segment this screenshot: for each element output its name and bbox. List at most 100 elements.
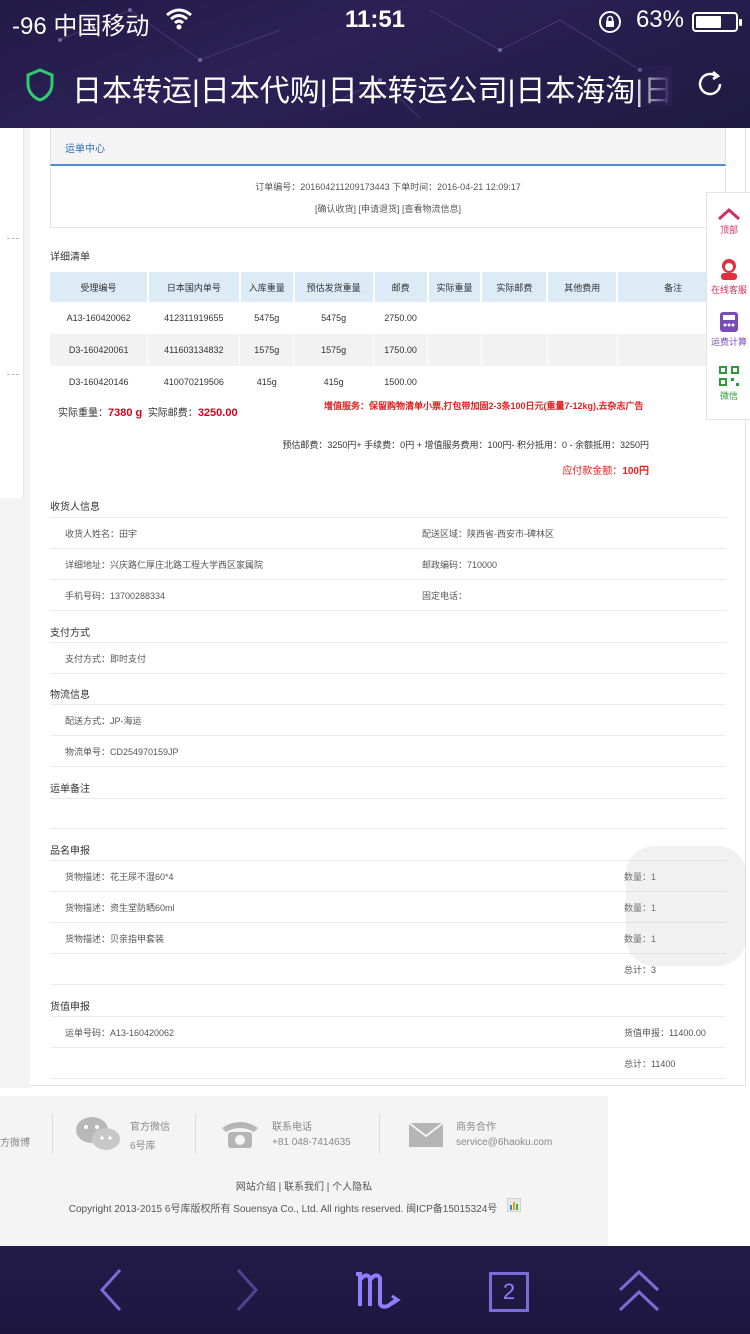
cell: [481, 302, 548, 334]
payable-label: 应付款金额：: [562, 466, 623, 477]
wechat-icon: [76, 1117, 120, 1150]
customer-service-icon: [721, 259, 737, 280]
value-declared: 货值申报：11400.00: [624, 1028, 706, 1038]
chevron-up-icon[interactable]: [616, 1268, 662, 1314]
cell: 5475g: [293, 302, 375, 334]
footer-links[interactable]: 网站介绍 | 联系我们 | 个人隐私: [0, 1178, 608, 1193]
shipping-calc-label: 运费计算: [710, 337, 747, 347]
actual-summary: 实际重量：7380 g 实际邮费：3250.00: [58, 404, 238, 419]
wechat-contact[interactable]: 官方微信 6号库: [130, 1118, 170, 1156]
stats-icon: [507, 1198, 521, 1212]
divider: [50, 891, 726, 892]
goods-desc: 货物描述：资生堂防晒60ml: [65, 903, 175, 913]
col-header: 预估发货重量: [293, 272, 375, 302]
cell: D3-160420061: [50, 334, 149, 366]
col-header: 入库重量: [239, 272, 295, 302]
left-panel-dash: [7, 238, 19, 239]
table-row: A13-160420062 412311919655 5475g 5475g 2…: [50, 302, 730, 334]
cell: 1500.00: [373, 366, 429, 398]
detail-list-title: 详细清单: [50, 252, 90, 263]
order-info-box: 订单编号：201604211209173443 下单时间：2016-04-21 …: [50, 168, 726, 228]
cell: A13-160420062: [50, 302, 149, 334]
payment-title: 支付方式: [50, 628, 90, 639]
receiver-phone: 固定电话：: [422, 591, 468, 601]
fee-summary: 预估邮费：3250円+ 手续费：0円 + 增值服务费用：100円- 积分抵用：0…: [282, 440, 649, 450]
col-header: 受理编号: [50, 272, 149, 302]
cell: [547, 366, 618, 398]
business-email: service@6haoku.com: [456, 1137, 553, 1148]
browser-bottom-bar: 2: [0, 1246, 750, 1334]
divider: [50, 922, 726, 923]
reload-icon[interactable]: [694, 68, 726, 100]
status-bar: -96 中国移动 11:51 63%: [0, 0, 750, 42]
footer-separator: [52, 1114, 53, 1154]
divider: [50, 642, 726, 643]
cell: [481, 334, 548, 366]
copyright: Copyright 2013-2015 6号库版权所有 Souensya Co.…: [68, 1204, 498, 1215]
goods-title: 品名申报: [50, 846, 90, 857]
receiver-address: 详细地址：兴庆路仁厚庄北路工程大学西区家属院: [65, 560, 264, 570]
mail-icon: [408, 1122, 444, 1147]
actual-weight: 7380 g: [108, 407, 143, 419]
cell: 410070219506: [147, 366, 241, 398]
page-title-url[interactable]: 日本转运|日本代购|日本转运公司|日本海淘|日本代购: [72, 66, 672, 110]
cell: [427, 334, 482, 366]
receiver-mobile: 手机号码：13700288334: [65, 591, 166, 601]
divider: [50, 735, 726, 736]
value-title: 货值申报: [50, 1002, 90, 1013]
tab-waybill-center[interactable]: 运单中心: [65, 140, 105, 155]
cell: 2750.00: [373, 302, 429, 334]
divider: [50, 673, 726, 674]
payment-method: 支付方式：即时支付: [65, 654, 147, 664]
goods-desc: 货物描述：花王尿不湿60*4: [65, 872, 174, 882]
forward-icon[interactable]: [232, 1268, 262, 1312]
col-header: 其他费用: [547, 272, 619, 302]
order-actions[interactable]: [确认收货] [申请退货] [查看物流信息]: [51, 202, 725, 215]
cell: [547, 302, 618, 334]
address-bar[interactable]: 日本转运|日本代购|日本转运公司|日本海淘|日本代购: [0, 52, 750, 118]
shipping-calc-button[interactable]: 运费计算: [707, 311, 750, 348]
calculator-icon: [720, 312, 738, 332]
browser-top-bar: -96 中国移动 11:51 63% 日本转运|日本代购|日本转运公司|日本海淘…: [0, 0, 750, 128]
online-service-label: 在线客服: [710, 285, 747, 295]
menu-scorpio-icon[interactable]: [352, 1266, 408, 1314]
col-header: 实际重量: [427, 272, 483, 302]
back-icon[interactable]: [96, 1268, 126, 1312]
cell: [427, 302, 482, 334]
tabs-button[interactable]: 2: [489, 1272, 529, 1312]
wechat-label: 微信: [719, 391, 738, 401]
cell: [427, 366, 482, 398]
back-to-top-button[interactable]: 顶部: [707, 207, 750, 236]
online-service-button[interactable]: 在线客服: [707, 257, 750, 296]
wechat-subtitle: 6号库: [130, 1141, 156, 1152]
cell: [481, 366, 548, 398]
phone-number: +81 048-7414635: [272, 1137, 351, 1148]
phone-contact[interactable]: 联系电话 +81 048-7414635: [272, 1118, 351, 1152]
floating-assistive-button[interactable]: [626, 846, 746, 966]
cell: 411603134832: [147, 334, 241, 366]
cell: 1750.00: [373, 334, 429, 366]
actual-fee: 3250.00: [197, 407, 238, 419]
divider: [50, 860, 726, 861]
footer-separator: [379, 1114, 380, 1154]
receiver-zip: 邮政编码：710000: [422, 560, 498, 570]
divider: [50, 1047, 726, 1048]
battery-percent: 63%: [635, 6, 684, 33]
business-contact[interactable]: 商务合作 service@6haoku.com: [456, 1118, 552, 1152]
divider: [50, 984, 726, 985]
left-panel-dash: [7, 374, 19, 375]
cell: 415g: [239, 366, 295, 398]
receiver-region: 配送区域：陕西省-西安市-碑林区: [422, 529, 554, 539]
goods-desc: 货物描述：贝亲指甲套装: [65, 934, 165, 944]
footer-blank: [608, 1096, 750, 1162]
cell: [547, 334, 618, 366]
waybill-table: 受理编号 日本国内单号 入库重量 预估发货重量 邮费 实际重量 实际邮费 其他费…: [50, 272, 730, 398]
wechat-button[interactable]: 微信: [707, 365, 750, 402]
business-title: 商务合作: [456, 1122, 496, 1133]
value-waybill: 运单号码：A13-160420062: [65, 1028, 175, 1038]
divider: [50, 766, 726, 767]
divider: [50, 704, 726, 705]
weibo-link[interactable]: 方微博: [0, 1134, 30, 1149]
actual-fee-label: 实际邮费：: [147, 408, 198, 419]
divider: [50, 828, 726, 829]
